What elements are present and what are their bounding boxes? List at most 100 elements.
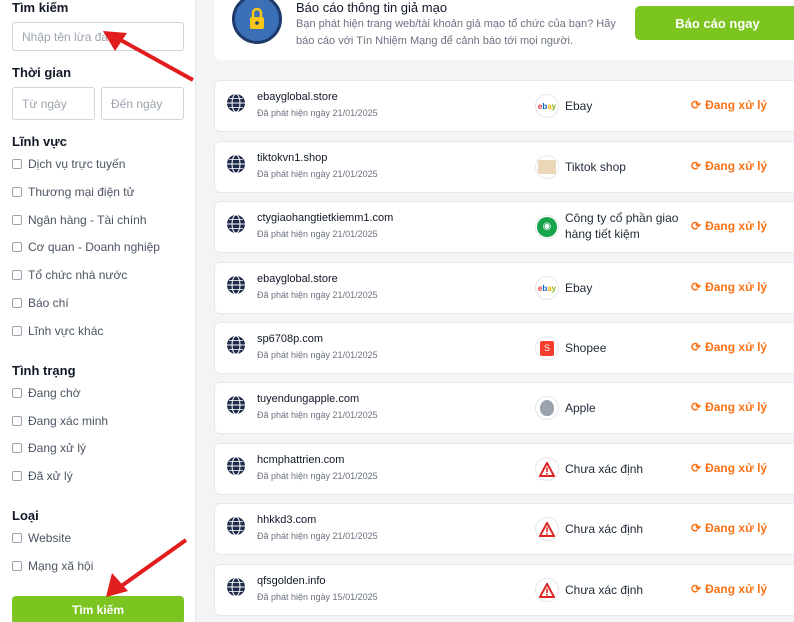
checkbox[interactable]: [12, 416, 22, 426]
checkbox[interactable]: [12, 159, 22, 169]
type-title: Loại: [12, 508, 39, 523]
field-option-label: Lĩnh vực khác: [28, 324, 104, 338]
globe-icon: [226, 456, 246, 476]
report-date: Đã phát hiện ngày 21/01/2025: [257, 471, 378, 481]
checkbox[interactable]: [12, 326, 22, 336]
field-option[interactable]: Tổ chức nhà nước: [12, 268, 127, 282]
field-option-label: Ngân hàng - Tài chính: [28, 213, 147, 227]
report-domain[interactable]: tiktokvn1.shop: [257, 152, 327, 164]
report-date: Đã phát hiện ngày 21/01/2025: [257, 108, 378, 118]
field-option-label: Tổ chức nhà nước: [28, 268, 128, 282]
report-status: ⟳ Đang xử lý: [691, 461, 767, 475]
page: Tìm kiếm Thời gian Lĩnh vực Dịch vụ trực…: [0, 0, 794, 622]
report-domain[interactable]: tuyendungapple.com: [257, 393, 359, 405]
type-option-label: Website: [28, 531, 72, 545]
report-card[interactable]: tuyendungapple.com Đã phát hiện ngày 21/0…: [214, 382, 794, 434]
field-option[interactable]: Ngân hàng - Tài chính: [12, 213, 147, 227]
refresh-icon: ⟳: [691, 340, 702, 354]
report-brand: Chưa xác định: [565, 583, 644, 597]
globe-icon: [226, 577, 246, 597]
filter-sidebar: Tìm kiếm Thời gian Lĩnh vực Dịch vụ trực…: [0, 0, 196, 622]
shopee-logo: S: [535, 336, 559, 360]
globe-icon: [226, 93, 246, 113]
report-status: ⟳ Đang xử lý: [691, 340, 767, 354]
apple-logo: [535, 396, 559, 420]
report-domain[interactable]: hcmphattrien.com: [257, 454, 344, 466]
status-option[interactable]: Đang xác minh: [12, 414, 108, 428]
report-card[interactable]: ctygiaohangtietkiemm1.com Đã phát hiện ng…: [214, 201, 794, 253]
checkbox[interactable]: [12, 533, 22, 543]
field-option-label: Cơ quan - Doanh nghiệp: [28, 240, 160, 254]
report-card[interactable]: hcmphattrien.com Đã phát hiện ngày 21/01/…: [214, 443, 794, 495]
refresh-icon: ⟳: [691, 280, 702, 294]
globe-icon: [226, 335, 246, 355]
checkbox[interactable]: [12, 215, 22, 225]
report-status: ⟳ Đang xử lý: [691, 280, 767, 294]
ebay-logo: ebay: [535, 276, 559, 300]
report-card[interactable]: ebayglobal.store Đã phát hiện ngày 21/01/…: [214, 262, 794, 314]
report-domain[interactable]: ctygiaohangtietkiemm1.com: [257, 212, 393, 224]
report-date: Đã phát hiện ngày 21/01/2025: [257, 229, 378, 239]
report-card[interactable]: qfsgolden.info Đã phát hiện ngày 15/01/20…: [214, 564, 794, 616]
report-banner: Báo cáo thông tin giả mạo Bạn phát hiện …: [214, 0, 794, 60]
report-date: Đã phát hiện ngày 15/01/2025: [257, 592, 378, 602]
field-option-label: Thương mại điện tử: [28, 185, 135, 199]
report-domain[interactable]: sp6708p.com: [257, 333, 323, 345]
report-domain[interactable]: ebayglobal.store: [257, 273, 338, 285]
field-option-label: Báo chí: [28, 296, 69, 310]
report-status-label: Đang xử lý: [705, 219, 768, 233]
to-date-input[interactable]: [101, 87, 184, 120]
warning-icon: [535, 578, 559, 602]
report-card[interactable]: ebayglobal.store Đã phát hiện ngày 21/01/…: [214, 80, 794, 132]
report-status: ⟳ Đang xử lý: [691, 98, 767, 112]
field-option-label: Dịch vụ trực tuyến: [28, 157, 126, 171]
report-status-label: Đang xử lý: [705, 159, 768, 173]
field-option[interactable]: Thương mại điện tử: [12, 185, 135, 199]
report-status-label: Đang xử lý: [705, 461, 768, 475]
field-option[interactable]: Lĩnh vực khác: [12, 324, 103, 338]
report-status: ⟳ Đang xử lý: [691, 219, 767, 233]
report-card[interactable]: tiktokvn1.shop Đã phát hiện ngày 21/01/20…: [214, 141, 794, 193]
refresh-icon: ⟳: [691, 582, 702, 596]
tiktok-shop-logo: [535, 155, 559, 179]
status-title: Tình trạng: [12, 363, 76, 378]
warning-icon: [535, 517, 559, 541]
report-card[interactable]: sp6708p.com Đã phát hiện ngày 21/01/2025 S…: [214, 322, 794, 374]
report-status: ⟳ Đang xử lý: [691, 582, 767, 596]
field-option[interactable]: Báo chí: [12, 296, 69, 310]
status-option[interactable]: Đang chờ: [12, 386, 81, 400]
report-card[interactable]: hhkkd3.com Đã phát hiện ngày 21/01/2025 Ch…: [214, 503, 794, 555]
report-status-label: Đang xử lý: [705, 582, 768, 596]
search-title: Tìm kiếm: [12, 0, 69, 15]
report-now-button[interactable]: Báo cáo ngay: [635, 6, 794, 40]
checkbox[interactable]: [12, 443, 22, 453]
report-status-label: Đang xử lý: [705, 280, 768, 294]
report-status-label: Đang xử lý: [705, 521, 768, 535]
checkbox[interactable]: [12, 298, 22, 308]
from-date-input[interactable]: [12, 87, 95, 120]
type-option[interactable]: Website: [12, 531, 71, 545]
refresh-icon: ⟳: [691, 400, 702, 414]
field-option[interactable]: Dịch vụ trực tuyến: [12, 157, 125, 171]
status-option[interactable]: Đã xử lý: [12, 469, 73, 483]
status-option-label: Đang xác minh: [28, 414, 109, 428]
checkbox[interactable]: [12, 242, 22, 252]
refresh-icon: ⟳: [691, 521, 702, 535]
report-domain[interactable]: qfsgolden.info: [257, 575, 326, 587]
checkbox[interactable]: [12, 270, 22, 280]
report-domain[interactable]: hhkkd3.com: [257, 514, 316, 526]
checkbox[interactable]: [12, 187, 22, 197]
report-date: Đã phát hiện ngày 21/01/2025: [257, 290, 378, 300]
checkbox[interactable]: [12, 388, 22, 398]
report-date: Đã phát hiện ngày 21/01/2025: [257, 350, 378, 360]
globe-icon: [226, 395, 246, 415]
field-title: Lĩnh vực: [12, 134, 67, 149]
report-domain[interactable]: ebayglobal.store: [257, 91, 338, 103]
checkbox[interactable]: [12, 561, 22, 571]
type-option[interactable]: Mạng xã hội: [12, 559, 93, 573]
status-option[interactable]: Đang xử lý: [12, 441, 86, 455]
checkbox[interactable]: [12, 471, 22, 481]
report-brand: Ebay: [565, 99, 593, 113]
refresh-icon: ⟳: [691, 159, 702, 173]
field-option[interactable]: Cơ quan - Doanh nghiệp: [12, 240, 160, 254]
